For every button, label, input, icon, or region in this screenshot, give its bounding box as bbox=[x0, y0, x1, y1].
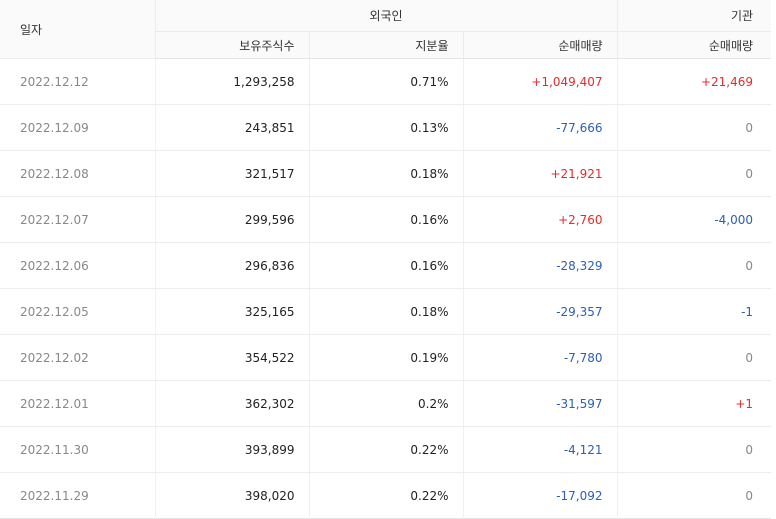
cell-foreign-net: -28,329 bbox=[463, 242, 618, 289]
table-row: 2022.12.07 299,596 0.16% +2,760 -4,000 bbox=[0, 196, 772, 243]
cell-date: 2022.12.12 bbox=[0, 58, 156, 105]
header-foreign-net: 순매매량 bbox=[463, 31, 618, 59]
header-institution: 기관 bbox=[617, 0, 772, 32]
table-header: 일자 외국인 기관 보유주식수 지분율 순매매량 순매매량 bbox=[0, 0, 772, 59]
cell-foreign-net: +1,049,407 bbox=[463, 58, 618, 105]
investor-trading-table: 일자 외국인 기관 보유주식수 지분율 순매매량 순매매량 2022.12.12… bbox=[0, 0, 772, 519]
cell-holdings: 296,836 bbox=[155, 242, 310, 289]
cell-date: 2022.12.05 bbox=[0, 288, 156, 335]
header-date: 일자 bbox=[0, 0, 156, 59]
cell-ratio: 0.22% bbox=[309, 472, 464, 519]
table-body: 2022.12.12 1,293,258 0.71% +1,049,407 +21,46… bbox=[0, 58, 772, 519]
header-foreign: 외국인 bbox=[155, 0, 618, 32]
cell-institution-net: 0 bbox=[617, 426, 772, 473]
cell-foreign-net: +2,760 bbox=[463, 196, 618, 243]
cell-date: 2022.12.01 bbox=[0, 380, 156, 427]
table-row: 2022.12.05 325,165 0.18% -29,357 -1 bbox=[0, 288, 772, 335]
cell-foreign-net: -17,092 bbox=[463, 472, 618, 519]
cell-institution-net: +21,469 bbox=[617, 58, 772, 105]
cell-foreign-net: -7,780 bbox=[463, 334, 618, 381]
cell-ratio: 0.2% bbox=[309, 380, 464, 427]
table-row: 2022.12.06 296,836 0.16% -28,329 0 bbox=[0, 242, 772, 289]
cell-institution-net: -1 bbox=[617, 288, 772, 335]
table-row: 2022.12.08 321,517 0.18% +21,921 0 bbox=[0, 150, 772, 197]
cell-ratio: 0.19% bbox=[309, 334, 464, 381]
cell-date: 2022.12.09 bbox=[0, 104, 156, 151]
cell-ratio: 0.71% bbox=[309, 58, 464, 105]
cell-holdings: 321,517 bbox=[155, 150, 310, 197]
cell-institution-net: 0 bbox=[617, 334, 772, 381]
cell-date: 2022.12.02 bbox=[0, 334, 156, 381]
cell-institution-net: 0 bbox=[745, 488, 754, 503]
cell-date: 2022.11.30 bbox=[0, 426, 156, 473]
table-row: 2022.12.01 362,302 0.2% -31,597 +1 bbox=[0, 380, 772, 427]
cell-date: 2022.12.07 bbox=[0, 196, 156, 243]
cell-foreign-net: -4,121 bbox=[463, 426, 618, 473]
cell-holdings: 393,899 bbox=[155, 426, 310, 473]
table-row: 2022.12.12 1,293,258 0.71% +1,049,407 +21,46… bbox=[0, 58, 772, 105]
cell-institution-net: -4,000 bbox=[617, 196, 772, 243]
cell-ratio: 0.16% bbox=[309, 196, 464, 243]
table-row: 2022.11.30 393,899 0.22% -4,121 0 bbox=[0, 426, 772, 473]
cell-holdings: 299,596 bbox=[155, 196, 310, 243]
cell-foreign-net: -31,597 bbox=[463, 380, 618, 427]
cell-foreign-net: -77,666 bbox=[463, 104, 618, 151]
cell-foreign-net: +21,921 bbox=[463, 150, 618, 197]
cell-institution-net: 0 bbox=[617, 104, 772, 151]
cell-ratio: 0.13% bbox=[309, 104, 464, 151]
cell-holdings: 398,020 bbox=[155, 472, 310, 519]
header-holdings: 보유주식수 bbox=[155, 31, 310, 59]
cell-holdings: 354,522 bbox=[155, 334, 310, 381]
cell-institution-net: 0 bbox=[617, 150, 772, 197]
cell-date: 2022.11.29 bbox=[0, 472, 156, 519]
cell-institution-net: 0 bbox=[617, 242, 772, 289]
cell-holdings: 1,293,258 bbox=[155, 58, 310, 105]
cell-holdings: 362,302 bbox=[155, 380, 310, 427]
cell-foreign-net: -29,357 bbox=[463, 288, 618, 335]
table-row: 2022.12.02 354,522 0.19% -7,780 0 bbox=[0, 334, 772, 381]
cell-ratio: 0.18% bbox=[309, 150, 464, 197]
cell-date: 2022.12.08 bbox=[0, 150, 156, 197]
cell-holdings: 243,851 bbox=[155, 104, 310, 151]
header-ratio: 지분율 bbox=[309, 31, 464, 59]
cell-institution-net: +1 bbox=[617, 380, 772, 427]
table-row: 2022.11.29 398,020 0.22% -17,092 0 bbox=[0, 472, 771, 519]
table-row: 2022.12.09 243,851 0.13% -77,666 0 bbox=[0, 104, 772, 151]
header-institution-net: 순매매량 bbox=[617, 31, 772, 59]
cell-date: 2022.12.06 bbox=[0, 242, 156, 289]
cell-ratio: 0.16% bbox=[309, 242, 464, 289]
cell-ratio: 0.22% bbox=[309, 426, 464, 473]
cell-ratio: 0.18% bbox=[309, 288, 464, 335]
cell-holdings: 325,165 bbox=[155, 288, 310, 335]
